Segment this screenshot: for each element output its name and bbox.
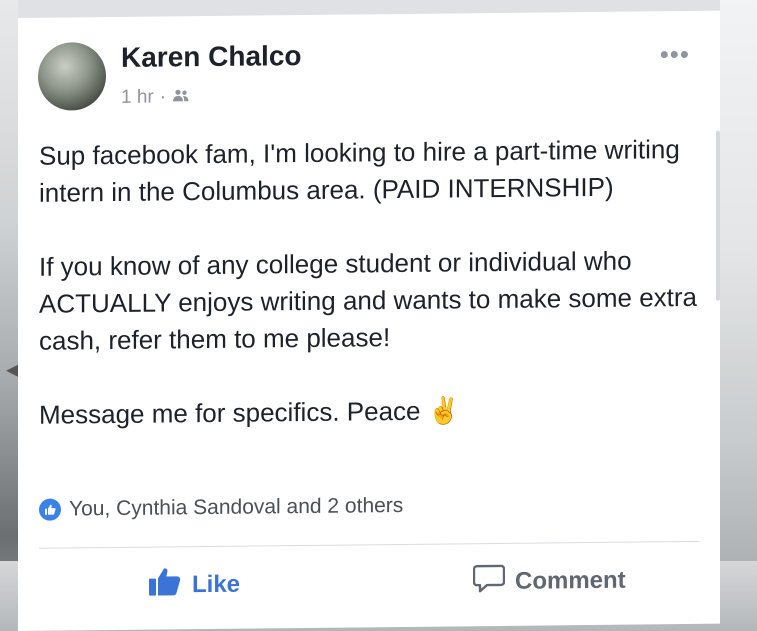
comment-icon (472, 563, 506, 600)
avatar[interactable] (38, 42, 106, 111)
post-meta: 1 hr · (121, 86, 190, 109)
post-time[interactable]: 1 hr (121, 87, 154, 109)
action-bar: Like Comment (18, 561, 720, 618)
post-paragraph-1: Sup facebook fam, I'm looking to hire a … (39, 134, 680, 208)
post-card: Karen Chalco 1 hr · ••• Sup facebook fam… (18, 10, 720, 631)
meta-separator: · (159, 86, 167, 108)
comment-label: Comment (515, 566, 626, 595)
reactions-text: You, Cynthia Sandoval and 2 others (69, 493, 404, 521)
post-body: Sup facebook fam, I'm looking to hire a … (39, 131, 699, 434)
comment-button[interactable]: Comment (472, 562, 626, 601)
like-reaction-icon (39, 498, 61, 521)
scrollbar[interactable] (716, 130, 720, 301)
reactions-summary[interactable]: You, Cynthia Sandoval and 2 others (39, 494, 403, 522)
friends-icon[interactable] (172, 86, 190, 108)
like-label: Like (192, 570, 241, 598)
divider (39, 540, 699, 549)
thumbs-up-icon (148, 566, 182, 603)
like-button[interactable]: Like (148, 566, 240, 604)
post-paragraph-2: If you know of any college student or in… (39, 245, 697, 356)
post-paragraph-3: Message me for specifics. Peace ✌ (39, 395, 461, 430)
author-name[interactable]: Karen Chalco (121, 40, 302, 74)
more-options-icon[interactable]: ••• (660, 39, 690, 70)
